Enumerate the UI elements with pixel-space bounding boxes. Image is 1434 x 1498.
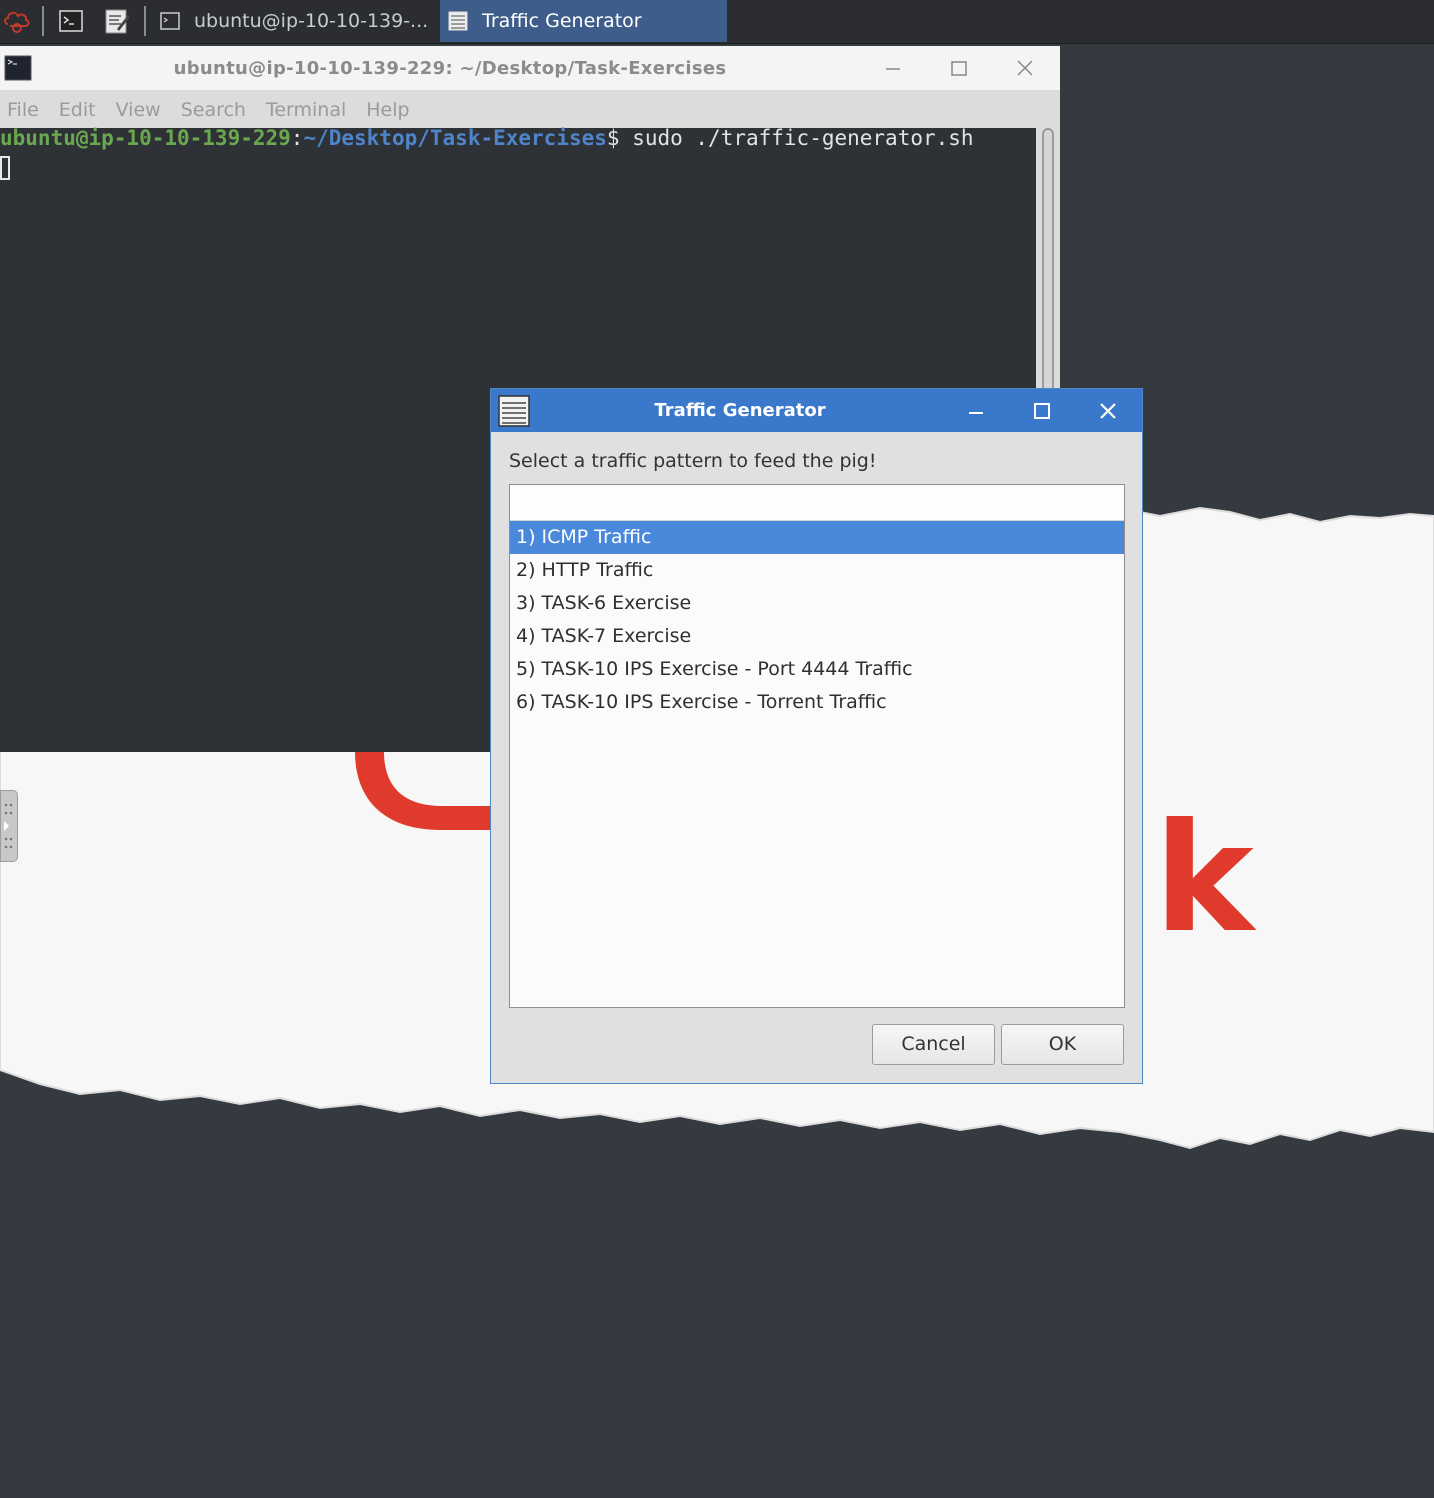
- terminal-title: ubuntu@ip-10-10-139-229: ~/Desktop/Task-…: [173, 57, 727, 79]
- minimize-icon[interactable]: [878, 54, 908, 82]
- text-editor-launcher-icon[interactable]: [100, 4, 134, 38]
- menu-file[interactable]: File: [0, 99, 52, 121]
- command-text: sudo ./traffic-generator.sh: [619, 126, 974, 150]
- side-panel-handle[interactable]: [0, 790, 18, 862]
- taskbar-separator: [42, 6, 44, 36]
- wallpaper-logo-letter: k: [1154, 792, 1257, 966]
- dialog-titlebar[interactable]: Traffic Generator: [491, 389, 1142, 432]
- maximize-icon[interactable]: [944, 54, 974, 82]
- traffic-pattern-list[interactable]: 1) ICMP Traffic 2) HTTP Traffic 3) TASK-…: [509, 484, 1125, 1008]
- list-item-task7[interactable]: 4) TASK-7 Exercise: [510, 620, 1124, 653]
- traffic-generator-dialog: Traffic Generator Select a traffic patte…: [490, 388, 1143, 1084]
- taskbar-separator: [144, 6, 146, 36]
- taskbar: ubuntu@ip-10-10-139-... Traffic Generato…: [0, 0, 1434, 44]
- prompt-separator: :: [290, 126, 304, 150]
- taskbar-task-label: ubuntu@ip-10-10-139-...: [194, 10, 429, 32]
- ok-button[interactable]: OK: [1001, 1024, 1124, 1065]
- list-item-task6[interactable]: 3) TASK-6 Exercise: [510, 587, 1124, 620]
- expand-arrow-icon: [4, 803, 13, 849]
- list-item-icmp[interactable]: 1) ICMP Traffic: [510, 521, 1124, 554]
- app-menu-icon[interactable]: [0, 4, 34, 38]
- dialog-prompt: Select a traffic pattern to feed the pig…: [509, 450, 877, 472]
- list-window-icon: [448, 11, 468, 31]
- prompt-user: ubuntu@ip-10-10-139-229: [0, 126, 291, 150]
- prompt-symbol: $: [606, 126, 620, 150]
- list-window-icon: [498, 395, 530, 427]
- prompt-line: ubuntu@ip-10-10-139-229:~/Desktop/Task-E…: [0, 126, 974, 152]
- list-item-task10-torrent[interactable]: 6) TASK-10 IPS Exercise - Torrent Traffi…: [510, 686, 1124, 719]
- list-item-http[interactable]: 2) HTTP Traffic: [510, 554, 1124, 587]
- cancel-button[interactable]: Cancel: [872, 1024, 995, 1065]
- taskbar-task-terminal[interactable]: ubuntu@ip-10-10-139-...: [152, 0, 436, 42]
- close-icon[interactable]: [1091, 395, 1125, 427]
- menu-view[interactable]: View: [109, 99, 174, 121]
- taskbar-task-traffic-generator[interactable]: Traffic Generator: [440, 0, 727, 42]
- maximize-icon[interactable]: [1025, 395, 1059, 427]
- dialog-title: Traffic Generator: [654, 400, 826, 421]
- minimize-icon[interactable]: [959, 395, 993, 427]
- list-item-task10-port4444[interactable]: 5) TASK-10 IPS Exercise - Port 4444 Traf…: [510, 653, 1124, 686]
- close-icon[interactable]: [1010, 54, 1040, 82]
- terminal-cursor: [0, 156, 10, 180]
- taskbar-task-label: Traffic Generator: [482, 10, 642, 32]
- menu-help[interactable]: Help: [359, 99, 422, 121]
- menu-edit[interactable]: Edit: [52, 99, 109, 121]
- terminal-icon: [160, 12, 180, 30]
- menu-terminal[interactable]: Terminal: [259, 99, 359, 121]
- terminal-launcher-icon[interactable]: [56, 4, 86, 38]
- terminal-titlebar[interactable]: ubuntu@ip-10-10-139-229: ~/Desktop/Task-…: [0, 46, 1060, 90]
- menu-search[interactable]: Search: [174, 99, 259, 121]
- prompt-path: ~/Desktop/Task-Exercises: [303, 126, 607, 150]
- list-header: [510, 485, 1124, 521]
